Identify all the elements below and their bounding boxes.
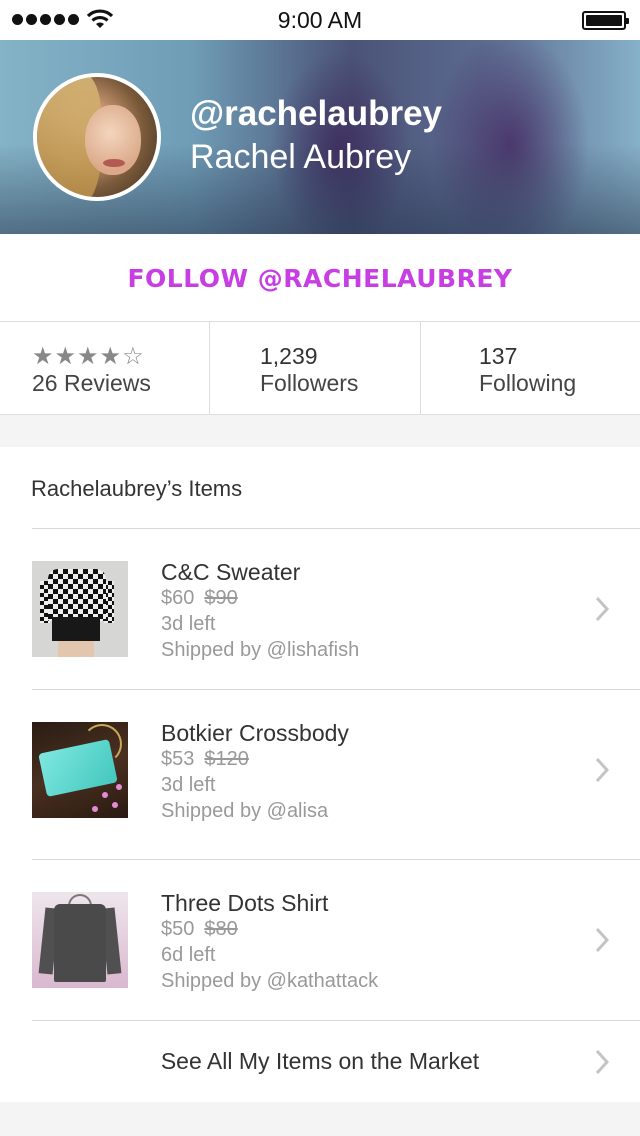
item-time-left: 3d left <box>161 613 216 635</box>
chevron-right-icon <box>595 596 610 622</box>
item-thumbnail <box>32 561 128 657</box>
profile-stats: ★★★★☆ 26 Reviews 1,239 Followers 137 Fol… <box>0 322 640 415</box>
list-item[interactable]: C&C Sweater $60 $90 3d left Shipped by @l… <box>0 529 640 689</box>
followers-count: 1,239 <box>260 343 318 369</box>
status-time: 9:00 AM <box>277 7 363 33</box>
following-label: Following <box>479 370 577 396</box>
item-sale-price: $53 <box>161 748 195 770</box>
reviews-label: 26 Reviews <box>32 370 151 396</box>
see-all-items-label: See All My Items on the Market <box>160 1048 480 1074</box>
followers-stat[interactable]: 1,239 Followers <box>210 322 421 415</box>
avatar[interactable] <box>33 73 161 201</box>
item-sale-price: $60 <box>161 587 195 609</box>
item-price: $53 $120 <box>161 748 249 771</box>
list-item[interactable]: Botkier Crossbody $53 $120 3d left Shippe… <box>0 690 640 850</box>
chevron-right-icon <box>595 1049 610 1075</box>
rating-stars-icon: ★★★★☆ <box>32 343 145 370</box>
item-original-price: $120 <box>204 748 249 770</box>
item-name: C&C Sweater <box>161 559 301 585</box>
items-card: Rachelaubrey’s Items C&C Sweater $60 $90 … <box>0 447 640 1102</box>
chevron-right-icon <box>595 757 610 783</box>
item-name: Botkier Crossbody <box>161 720 349 746</box>
reviews-stat[interactable]: ★★★★☆ 26 Reviews <box>0 322 210 415</box>
item-name: Three Dots Shirt <box>161 890 329 916</box>
status-bar: 9:00 AM <box>0 0 640 40</box>
profile-full-name: Rachel Aubrey <box>190 138 412 176</box>
item-time-left: 6d left <box>161 944 216 966</box>
battery-icon <box>582 11 629 30</box>
following-count: 137 <box>479 343 518 369</box>
see-all-items-button[interactable]: See All My Items on the Market <box>0 1021 640 1101</box>
following-stat[interactable]: 137 Following <box>421 322 640 415</box>
item-original-price: $90 <box>204 587 238 609</box>
follow-bar: FOLLOW @RACHELAUBREY <box>0 234 640 322</box>
item-price: $60 $90 <box>161 587 238 610</box>
item-shipped-by: Shipped by @kathattack <box>161 970 379 992</box>
chevron-right-icon <box>595 927 610 953</box>
item-original-price: $80 <box>204 918 238 940</box>
followers-label: Followers <box>260 370 359 396</box>
item-thumbnail <box>32 892 128 988</box>
item-price: $50 $80 <box>161 918 238 941</box>
follow-button[interactable]: FOLLOW @RACHELAUBREY <box>0 234 640 322</box>
item-shipped-by: Shipped by @alisa <box>161 800 329 822</box>
item-sale-price: $50 <box>161 918 195 940</box>
profile-header: @rachelaubrey Rachel Aubrey <box>0 40 640 234</box>
list-item[interactable]: Three Dots Shirt $50 $80 6d left Shipped … <box>0 860 640 1020</box>
items-section-title: Rachelaubrey’s Items <box>31 476 243 501</box>
profile-username: @rachelaubrey <box>190 94 443 133</box>
item-thumbnail <box>32 722 128 818</box>
item-shipped-by: Shipped by @lishafish <box>161 639 360 661</box>
item-time-left: 3d left <box>161 774 216 796</box>
